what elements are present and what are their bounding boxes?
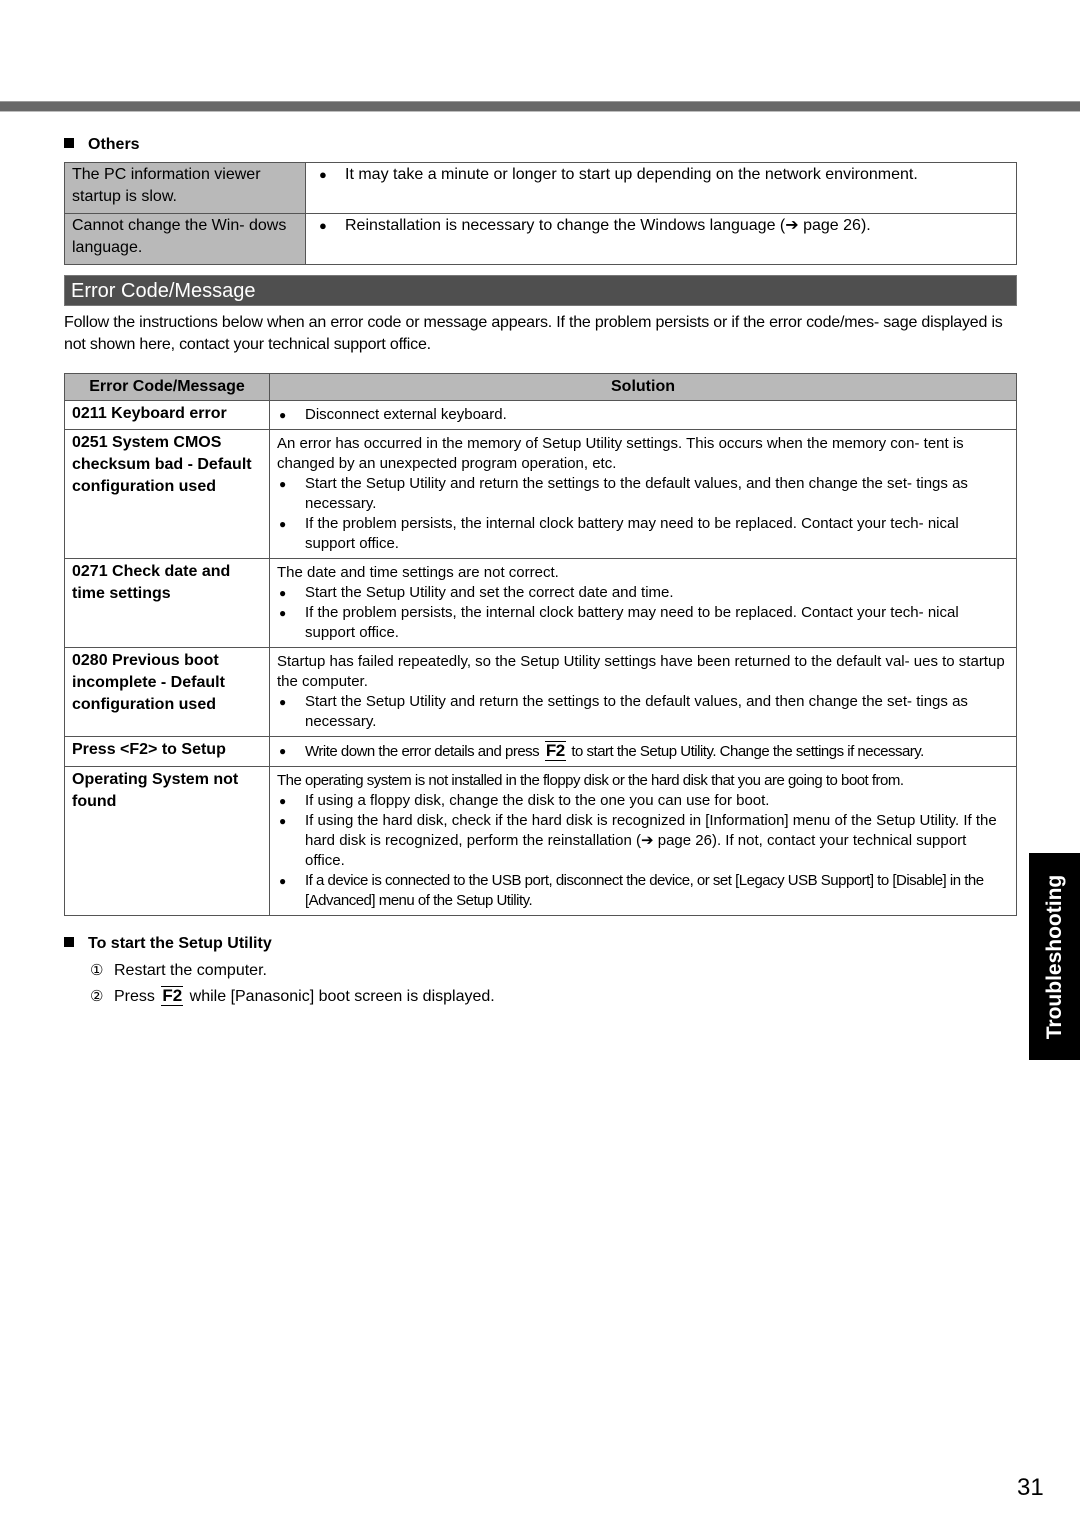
solution-cell: ● It may take a minute or longer to start…	[305, 162, 1017, 214]
solution-bullet: Disconnect external keyboard.	[305, 406, 507, 423]
bullet-icon: ●	[319, 218, 327, 233]
solution-bullet: Start the Setup Utility and return the s…	[305, 693, 968, 730]
bullet-icon: ●	[279, 586, 287, 600]
solution-cell: The operating system is not installed in…	[269, 766, 1017, 916]
solution-bullet: If the problem persists, the internal cl…	[305, 604, 959, 641]
table-row: Press <F2> to Setup ● Write down the erro…	[64, 736, 1017, 767]
step-number-1-icon: ①	[90, 962, 104, 979]
table-row: 0280 Previous boot incomplete - Default …	[64, 647, 1017, 737]
solution-text: Reinstallation is necessary to change th…	[345, 217, 871, 234]
solution-bullet: Start the Setup Utility and set the corr…	[305, 584, 674, 601]
solution-cell: The date and time settings are not corre…	[269, 558, 1017, 648]
step-item: ② Press F2 while [Panasonic] boot screen …	[90, 984, 495, 1010]
error-code-cell: 0211 Keyboard error	[64, 400, 270, 430]
solution-lead: An error has occurred in the memory of S…	[277, 435, 964, 472]
bullet-icon: ●	[279, 606, 287, 620]
solution-cell: ● Disconnect external keyboard.	[269, 400, 1017, 430]
step-text: Press	[114, 988, 155, 1005]
bullet-icon: ●	[279, 517, 287, 531]
others-table: The PC information viewer startup is slo…	[64, 162, 1017, 265]
bullet-icon: ●	[279, 477, 287, 491]
solution-lead: Startup has failed repeatedly, so the Se…	[277, 653, 1005, 690]
bullet-icon: ●	[279, 744, 286, 758]
bullet-icon: ●	[319, 167, 327, 182]
square-bullet-icon	[64, 138, 74, 148]
bullet-icon: ●	[279, 874, 287, 888]
solution-bullet: Write down the error details and press F…	[305, 741, 1010, 762]
error-code-table: Error Code/Message Solution 0211 Keyboar…	[64, 373, 1017, 916]
intro-paragraph: Follow the instructions below when an er…	[64, 314, 1003, 353]
bullet-icon: ●	[279, 408, 287, 422]
error-code-cell: Press <F2> to Setup	[64, 736, 270, 767]
square-bullet-icon	[64, 937, 74, 947]
step-text: Restart the computer.	[114, 962, 267, 979]
f2-key-icon: F2	[161, 986, 184, 1006]
solution-bullet: If a device is connected to the USB port…	[305, 872, 984, 909]
step-text-after: while [Panasonic] boot screen is display…	[189, 988, 495, 1005]
solution-cell: ● Reinstallation is necessary to change t…	[305, 213, 1017, 265]
step-item: ① Restart the computer.	[90, 958, 495, 984]
solution-bullet: Start the Setup Utility and return the s…	[305, 475, 968, 512]
setup-heading: To start the Setup Utility	[64, 934, 272, 954]
table-row: 0251 System CMOS checksum bad - Default …	[64, 429, 1017, 559]
f2-key-icon: F2	[544, 741, 566, 761]
table-row: Operating System not found The operating…	[64, 766, 1017, 916]
chapter-tab-label: Troubleshooting	[1042, 874, 1066, 1039]
solution-cell: Startup has failed repeatedly, so the Se…	[269, 647, 1017, 737]
others-heading-text: Others	[88, 136, 140, 153]
solution-text: It may take a minute or longer to start …	[345, 166, 918, 183]
solution-cell: An error has occurred in the memory of S…	[269, 429, 1017, 559]
column-header-error-code: Error Code/Message	[64, 373, 270, 401]
chapter-tab: Troubleshooting	[1029, 853, 1080, 1060]
solution-bullet: If using a floppy disk, change the disk …	[305, 792, 770, 809]
error-code-cell: 0251 System CMOS checksum bad - Default …	[64, 429, 270, 559]
bullet-text-after: to start the Setup Utility. Change the s…	[571, 743, 924, 760]
error-code-cell: 0280 Previous boot incomplete - Default …	[64, 647, 270, 737]
setup-steps: ① Restart the computer. ② Press F2 while […	[90, 958, 495, 1010]
solution-bullet: If using the hard disk, check if the har…	[305, 812, 997, 869]
table-header-row: Error Code/Message Solution	[64, 373, 1017, 401]
table-row: Cannot change the Win- dows language. ● R…	[64, 213, 1017, 265]
column-header-solution: Solution	[269, 373, 1017, 401]
step-number-2-icon: ②	[90, 988, 104, 1005]
solution-lead: The operating system is not installed in…	[277, 772, 904, 789]
error-code-cell: Operating System not found	[64, 766, 270, 916]
others-heading: Others	[64, 135, 140, 155]
section-banner: Error Code/Message	[64, 275, 1017, 306]
header-rule	[0, 101, 1080, 112]
table-row: 0271 Check date and time settings The da…	[64, 558, 1017, 648]
problem-cell: Cannot change the Win- dows language.	[64, 213, 306, 265]
problem-cell: The PC information viewer startup is slo…	[64, 162, 306, 214]
error-code-cell: 0271 Check date and time settings	[64, 558, 270, 648]
solution-lead: The date and time settings are not corre…	[277, 564, 559, 581]
page-number: 31	[1017, 1474, 1044, 1501]
bullet-icon: ●	[279, 695, 287, 709]
bullet-text-before: Write down the error details and press	[305, 743, 540, 760]
table-row: 0211 Keyboard error ● Disconnect external…	[64, 400, 1017, 430]
table-row: The PC information viewer startup is slo…	[64, 162, 1017, 214]
solution-cell: ● Write down the error details and press …	[269, 736, 1017, 767]
bullet-icon: ●	[279, 794, 287, 808]
setup-heading-text: To start the Setup Utility	[88, 935, 272, 952]
bullet-icon: ●	[279, 814, 287, 828]
solution-bullet: If the problem persists, the internal cl…	[305, 515, 959, 552]
